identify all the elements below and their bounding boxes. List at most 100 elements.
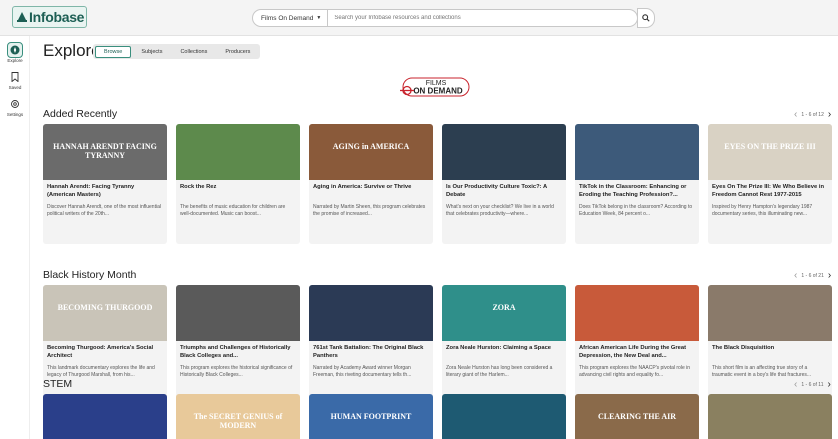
video-thumbnail[interactable] — [575, 124, 699, 180]
video-thumbnail[interactable]: HANNAH ARENDT FACING TYRANNY — [43, 124, 167, 180]
tab-browse[interactable]: Browse — [95, 45, 132, 58]
video-thumbnail[interactable] — [575, 285, 699, 341]
video-thumbnail[interactable] — [708, 394, 832, 439]
logo-text: Infobase — [29, 9, 85, 25]
chevron-left-icon[interactable]: ‹ — [794, 271, 797, 281]
video-thumbnail[interactable] — [442, 124, 566, 180]
video-card[interactable]: HANNAH ARENDT FACING TYRANNY Hannah Arend… — [43, 124, 167, 244]
sidebar: Explore Saved Settings — [0, 36, 30, 439]
video-card[interactable]: The SECRET GENIUS of MODERN — [176, 394, 300, 439]
sidebar-item-saved[interactable]: Saved — [2, 69, 28, 90]
video-description: Inspired by Henry Hampton's legendary 19… — [712, 204, 813, 217]
chevron-left-icon[interactable]: ‹ — [794, 110, 797, 120]
video-description: This short film is an affecting true sto… — [712, 365, 812, 378]
video-thumbnail[interactable]: ZORA — [442, 285, 566, 341]
video-description: Narrated by Academy Award winner Morgan … — [313, 365, 412, 378]
search-icon — [642, 14, 650, 22]
video-description: Discover Hannah Arendt, one of the most … — [47, 204, 161, 217]
video-title[interactable]: Is Our Productivity Culture Toxic?: A De… — [442, 180, 566, 202]
pager-stem: ‹ 1 - 6 of 11 › — [794, 380, 831, 390]
card-row-added-recently: HANNAH ARENDT FACING TYRANNY Hannah Arend… — [43, 124, 833, 244]
tab-subjects[interactable]: Subjects — [133, 47, 170, 57]
tab-collections[interactable]: Collections — [172, 47, 215, 57]
video-thumbnail[interactable] — [176, 124, 300, 180]
infobase-logo[interactable]: Infobase — [12, 6, 87, 28]
video-title[interactable]: Hannah Arendt: Facing Tyranny (American … — [43, 180, 167, 202]
chevron-left-icon[interactable]: ‹ — [794, 380, 797, 390]
gear-icon — [7, 96, 23, 112]
video-card[interactable]: Triumphs and Challenges of Historically … — [176, 285, 300, 405]
video-card[interactable]: AGING in AMERICA Aging in America: Surviv… — [309, 124, 433, 244]
video-thumbnail[interactable] — [43, 394, 167, 439]
video-thumbnail[interactable] — [176, 285, 300, 341]
video-title[interactable]: Triumphs and Challenges of Historically … — [176, 341, 300, 363]
video-title[interactable]: African American Life During the Great D… — [575, 341, 699, 363]
video-description: The benefits of music education for chil… — [180, 204, 286, 217]
sidebar-item-label: Saved — [8, 85, 22, 90]
section-title-added-recently: Added Recently — [43, 108, 118, 120]
video-card[interactable]: Is Our Productivity Culture Toxic?: A De… — [442, 124, 566, 244]
thumbnail-caption: HANNAH ARENDT FACING TYRANNY — [53, 142, 157, 160]
video-card[interactable]: EYES ON THE PRIZE III Eyes On The Prize I… — [708, 124, 832, 244]
explore-tabs: Browse Subjects Collections Producers — [93, 44, 261, 59]
films-on-demand-logo: FILMS ON DEMAND — [400, 77, 470, 97]
bookmark-icon — [7, 69, 23, 85]
thumbnail-caption: CLEARING THE AIR — [597, 412, 677, 421]
video-title[interactable]: Rock the Rez — [176, 180, 300, 202]
video-title[interactable]: Aging in America: Survive or Thrive — [309, 180, 433, 202]
sidebar-item-settings[interactable]: Settings — [2, 96, 28, 117]
tab-producers[interactable]: Producers — [217, 47, 258, 57]
video-card[interactable] — [442, 394, 566, 439]
sidebar-item-explore[interactable]: Explore — [2, 42, 28, 63]
card-row-black-history-month: BECOMING THURGOOD Becoming Thurgood: Amer… — [43, 285, 833, 405]
source-select[interactable]: Films On Demand ▼ — [253, 10, 329, 26]
video-title[interactable]: Eyes On The Prize III: We Who Believe in… — [708, 180, 832, 202]
chevron-right-icon[interactable]: › — [828, 271, 831, 281]
search-button[interactable] — [637, 8, 655, 28]
video-description: This program explores the historical sig… — [180, 365, 293, 378]
video-card[interactable] — [708, 394, 832, 439]
video-card[interactable]: HUMAN FOOTPRINT — [309, 394, 433, 439]
thumbnail-caption: AGING in AMERICA — [332, 142, 410, 151]
brand-bottom-text: ON DEMAND — [413, 87, 463, 96]
video-title[interactable]: The Black Disquisition — [708, 341, 832, 363]
pager-black-history-month: ‹ 1 - 6 of 21 › — [794, 271, 831, 281]
video-title[interactable]: TikTok in the Classroom: Enhancing or Er… — [575, 180, 699, 202]
video-thumbnail[interactable]: HUMAN FOOTPRINT — [309, 394, 433, 439]
pager-added-recently: ‹ 1 - 6 of 12 › — [794, 110, 831, 120]
video-card[interactable]: Rock the Rez The benefits of music educat… — [176, 124, 300, 244]
section-title-stem: STEM — [43, 378, 73, 390]
video-card[interactable]: TikTok in the Classroom: Enhancing or Er… — [575, 124, 699, 244]
chevron-down-icon: ▼ — [316, 15, 322, 21]
video-title[interactable]: Becoming Thurgood: America's Social Arch… — [43, 341, 167, 363]
video-thumbnail[interactable]: The SECRET GENIUS of MODERN — [176, 394, 300, 439]
logo-mark-icon — [17, 12, 27, 22]
video-thumbnail[interactable]: BECOMING THURGOOD — [43, 285, 167, 341]
top-bar: Infobase Films On Demand ▼ — [0, 0, 838, 36]
card-row-stem: The SECRET GENIUS of MODERN HUMAN FOOTPRI… — [43, 394, 833, 439]
video-title[interactable]: 761st Tank Battalion: The Original Black… — [309, 341, 433, 363]
search-input[interactable] — [328, 10, 637, 26]
video-card[interactable]: African American Life During the Great D… — [575, 285, 699, 405]
video-title[interactable]: Zora Neale Hurston: Claiming a Space — [442, 341, 566, 363]
chevron-right-icon[interactable]: › — [828, 380, 831, 390]
thumbnail-caption: The SECRET GENIUS of MODERN — [193, 412, 283, 430]
video-thumbnail[interactable]: CLEARING THE AIR — [575, 394, 699, 439]
video-thumbnail[interactable]: EYES ON THE PRIZE III — [708, 124, 832, 180]
video-thumbnail[interactable] — [708, 285, 832, 341]
sidebar-item-label: Settings — [6, 112, 24, 117]
video-description: This program explores the NAACP's pivota… — [579, 365, 691, 378]
video-card[interactable]: CLEARING THE AIR — [575, 394, 699, 439]
video-thumbnail[interactable] — [442, 394, 566, 439]
video-thumbnail[interactable] — [309, 285, 433, 341]
video-description: Does TikTok belong in the classroom? Acc… — [579, 204, 693, 217]
search-bar: Films On Demand ▼ — [252, 9, 638, 27]
video-card[interactable] — [43, 394, 167, 439]
video-thumbnail[interactable]: AGING in AMERICA — [309, 124, 433, 180]
video-card[interactable]: ZORA Zora Neale Hurston: Claiming a Space… — [442, 285, 566, 405]
sidebar-item-label: Explore — [7, 58, 23, 63]
video-card[interactable]: 761st Tank Battalion: The Original Black… — [309, 285, 433, 405]
pager-count: 1 - 6 of 12 — [801, 112, 824, 118]
chevron-right-icon[interactable]: › — [828, 110, 831, 120]
thumbnail-caption: HUMAN FOOTPRINT — [330, 412, 412, 421]
